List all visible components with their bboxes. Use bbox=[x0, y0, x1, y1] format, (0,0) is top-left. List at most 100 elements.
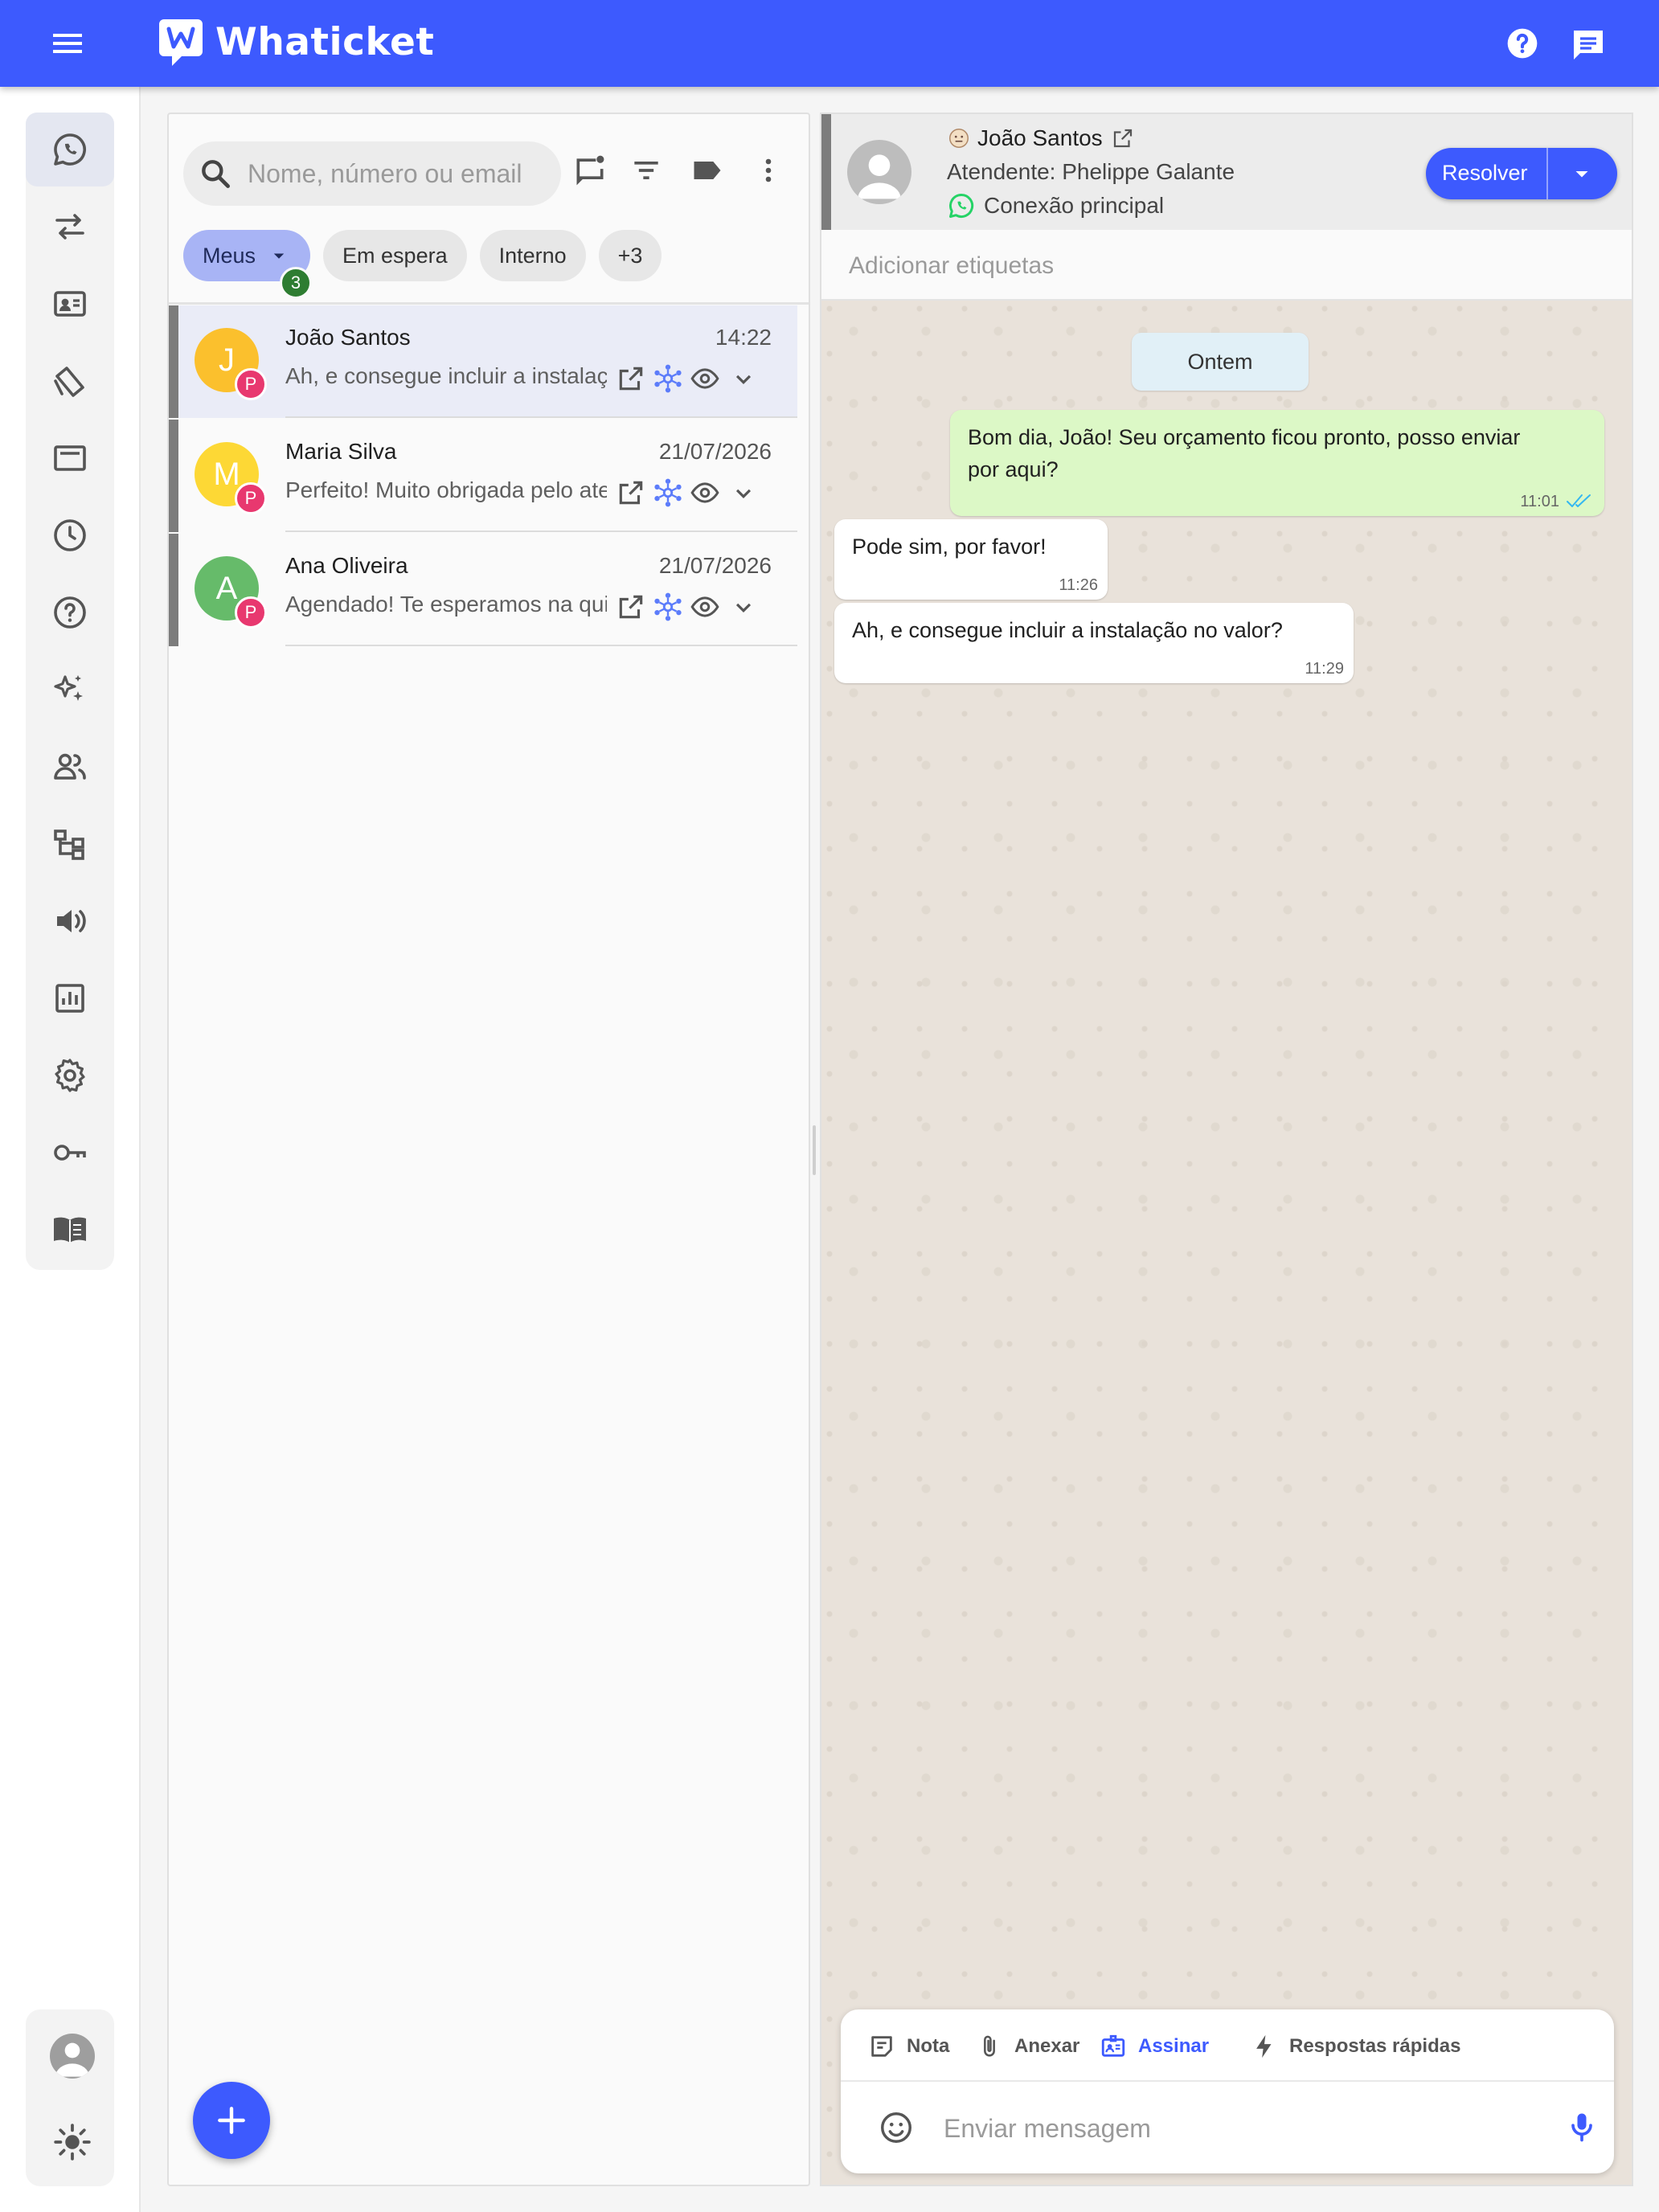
microphone-icon[interactable] bbox=[1564, 2109, 1600, 2144]
view-eye-icon[interactable] bbox=[690, 363, 720, 394]
sidebar-item-transfers[interactable] bbox=[26, 190, 114, 264]
sidebar-item-flows[interactable] bbox=[26, 807, 114, 881]
message-input[interactable]: Enviar mensagem bbox=[944, 2114, 1151, 2144]
chevron-down-icon[interactable] bbox=[1567, 159, 1596, 188]
tags-placeholder: Adicionar etiquetas bbox=[849, 252, 1055, 279]
menu-icon[interactable] bbox=[48, 24, 87, 63]
resolve-label: Resolver bbox=[1442, 161, 1528, 185]
open-external-icon[interactable] bbox=[616, 363, 646, 394]
chevron-down-icon[interactable] bbox=[728, 592, 759, 622]
divider bbox=[169, 302, 809, 305]
sidebar-item-campaigns[interactable] bbox=[26, 884, 114, 958]
chevron-down-icon[interactable] bbox=[728, 363, 759, 394]
divider bbox=[285, 530, 797, 532]
tickets-panel: Nome, número ou email Meus 3 Em espera I… bbox=[167, 113, 810, 2186]
search-input[interactable]: Nome, número ou email bbox=[183, 141, 561, 206]
open-external-icon[interactable] bbox=[616, 592, 646, 622]
edit-external-icon[interactable] bbox=[1111, 126, 1135, 150]
sidebar-item-contacts[interactable] bbox=[26, 267, 114, 341]
view-eye-icon[interactable] bbox=[690, 592, 720, 622]
contact-name-row[interactable]: João Santos bbox=[947, 125, 1135, 151]
sidebar-item-docs[interactable] bbox=[26, 1193, 114, 1267]
message-bubble-incoming[interactable]: Ah, e consegue incluir a instalação no v… bbox=[834, 603, 1354, 683]
search-icon bbox=[202, 160, 230, 188]
button-divider bbox=[1546, 148, 1548, 199]
chevron-down-icon bbox=[273, 253, 285, 259]
help-icon[interactable] bbox=[1505, 26, 1540, 61]
ticket-time: 21/07/2026 bbox=[658, 439, 772, 464]
contact-avatar[interactable] bbox=[847, 140, 911, 204]
chat-panel: João Santos Atendente: Phelippe Galante … bbox=[820, 113, 1633, 2186]
new-ticket-icon[interactable] bbox=[572, 153, 608, 188]
sidebar-item-reports[interactable] bbox=[26, 961, 114, 1035]
sidebar-item-tags[interactable] bbox=[26, 344, 114, 418]
ticket-item[interactable]: J P João Santos 14:22 Ah, e consegue inc… bbox=[169, 305, 797, 418]
sidebar-item-help[interactable] bbox=[26, 576, 114, 649]
view-eye-icon[interactable] bbox=[690, 477, 720, 508]
resolve-button[interactable]: Resolver bbox=[1426, 148, 1617, 199]
chat-header: João Santos Atendente: Phelippe Galante … bbox=[821, 114, 1632, 230]
whaticket-logo-icon bbox=[158, 16, 204, 68]
tab-meus[interactable]: Meus 3 bbox=[183, 230, 312, 299]
users-icon bbox=[54, 753, 86, 780]
theme-toggle-icon[interactable] bbox=[52, 2122, 92, 2162]
quick-messages-icon bbox=[54, 445, 86, 471]
message-bubble-incoming[interactable]: Pode sim, por favor! 11:26 bbox=[834, 519, 1108, 600]
emoji-icon[interactable] bbox=[878, 2109, 915, 2146]
tab-more[interactable]: +3 bbox=[598, 230, 662, 281]
tags-input[interactable]: Adicionar etiquetas bbox=[821, 230, 1632, 301]
sidebar-item-settings[interactable] bbox=[26, 1038, 114, 1112]
sidebar-item-quick-messages[interactable] bbox=[26, 421, 114, 495]
label-icon[interactable] bbox=[690, 153, 725, 188]
message-bubble-outgoing[interactable]: Bom dia, João! Seu orçamento ficou pront… bbox=[950, 410, 1604, 516]
tab-interno[interactable]: Interno bbox=[479, 230, 586, 281]
flow-builder-icon bbox=[54, 830, 84, 860]
message-time: 11:01 bbox=[1520, 493, 1559, 510]
date-separator: Ontem bbox=[1132, 333, 1309, 391]
message-time: 11:29 bbox=[1305, 660, 1344, 678]
flow-hub-icon[interactable] bbox=[653, 477, 683, 508]
sidebar-item-schedules[interactable] bbox=[26, 498, 114, 572]
whatsapp-icon bbox=[949, 193, 974, 218]
queue-badge: P bbox=[235, 482, 267, 514]
flow-hub-icon[interactable] bbox=[653, 592, 683, 622]
connection-name: Conexão principal bbox=[984, 193, 1165, 218]
neutral-face-icon bbox=[949, 129, 969, 148]
ticket-status-bar bbox=[169, 534, 178, 646]
note-icon bbox=[871, 2036, 892, 2057]
chat-icon[interactable] bbox=[1569, 26, 1608, 64]
last-message: Agendado! Te esperamos na quinta bbox=[285, 592, 607, 616]
sidebar-item-api[interactable] bbox=[26, 1116, 114, 1190]
app-name: Whaticket bbox=[215, 19, 435, 64]
lightning-icon bbox=[1256, 2034, 1272, 2058]
sidebar-item-users[interactable] bbox=[26, 730, 114, 804]
panel-resize-handle[interactable] bbox=[813, 1125, 816, 1175]
more-options-icon[interactable] bbox=[751, 153, 786, 188]
ticket-item[interactable]: A P Ana Oliveira 21/07/2026 Agendado! Te… bbox=[169, 534, 797, 646]
filter-icon[interactable] bbox=[629, 153, 664, 188]
note-button[interactable]: Nota bbox=[868, 2032, 949, 2061]
attach-button[interactable]: Anexar bbox=[976, 2032, 1079, 2061]
transfer-icon bbox=[55, 214, 84, 240]
signature-badge-icon bbox=[1101, 2034, 1125, 2057]
quick-replies-button[interactable]: Respostas rápidas bbox=[1251, 2032, 1460, 2061]
tags-icon bbox=[54, 367, 84, 397]
sidebar-item-ai[interactable] bbox=[26, 653, 114, 727]
sidebar-item-tickets[interactable] bbox=[26, 113, 114, 186]
add-ticket-button[interactable] bbox=[193, 2082, 270, 2159]
sign-button[interactable]: Assinar bbox=[1100, 2032, 1209, 2061]
contact-name: João Santos bbox=[285, 325, 411, 350]
last-message: Perfeito! Muito obrigada pelo atendiment… bbox=[285, 477, 607, 502]
sidebar-nav bbox=[26, 113, 114, 1270]
double-check-icon bbox=[1567, 494, 1591, 507]
tab-em-espera[interactable]: Em espera bbox=[323, 230, 467, 281]
contact-name: Maria Silva bbox=[285, 439, 397, 464]
divider bbox=[285, 416, 797, 418]
ticket-status-bar bbox=[169, 420, 178, 532]
ticket-item[interactable]: M P Maria Silva 21/07/2026 Perfeito! Mui… bbox=[169, 420, 797, 532]
flow-hub-icon[interactable] bbox=[653, 363, 683, 394]
open-external-icon[interactable] bbox=[616, 477, 646, 508]
chevron-down-icon[interactable] bbox=[728, 477, 759, 508]
profile-avatar[interactable] bbox=[50, 2034, 95, 2079]
api-key-icon bbox=[54, 1145, 86, 1161]
